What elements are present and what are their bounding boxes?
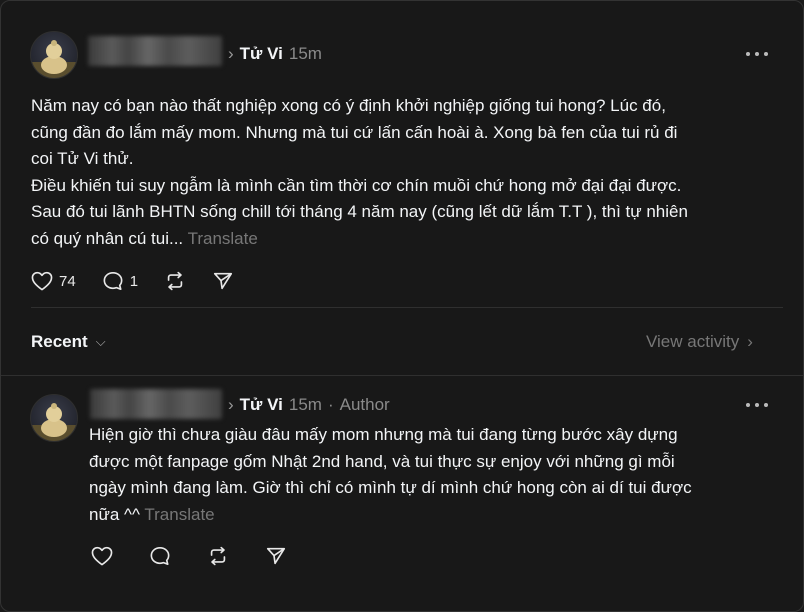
like-count: 74: [59, 272, 76, 290]
reply-breadcrumb: › Tử Vi 15m · Author: [228, 395, 390, 415]
avatar[interactable]: [30, 31, 78, 79]
divider: [1, 375, 803, 376]
heart-icon: [91, 546, 113, 566]
send-icon: [213, 272, 233, 290]
separator-dot: ·: [327, 395, 334, 414]
more-icon[interactable]: [746, 48, 768, 60]
reply-button[interactable]: 1: [102, 271, 138, 291]
comment-icon: [150, 547, 170, 565]
reply-line: được một fanpage gốm Nhật 2nd hand, và t…: [89, 451, 675, 471]
post-breadcrumb: › Tử Vi 15m: [228, 44, 322, 64]
chevron-down-icon: ⌵: [95, 334, 106, 349]
repost-icon: [167, 271, 183, 291]
reply-time: 15m: [288, 395, 322, 414]
avatar-image: [31, 40, 77, 78]
avatar-image: [31, 403, 77, 441]
repost-button[interactable]: [164, 270, 186, 292]
author-badge: Author: [339, 395, 390, 414]
view-activity-label: View activity: [646, 332, 740, 351]
post-line: coi Tử Vi thử.: [31, 149, 134, 168]
post-line: Điều khiến tui suy ngẫm là mình cần tìm …: [31, 175, 682, 195]
repost-button[interactable]: [207, 545, 229, 567]
username-redacted[interactable]: [90, 389, 222, 419]
heart-icon: [31, 271, 53, 291]
post-body: Năm nay có bạn nào thất nghiệp xong có ý…: [31, 93, 688, 252]
reply-count: 1: [129, 272, 139, 290]
post-actions: 74 1: [31, 270, 260, 292]
comment-icon: [103, 272, 123, 290]
more-icon[interactable]: [746, 399, 768, 411]
reply-line: ngày mình đang làm. Giờ thì chỉ có mình …: [89, 478, 692, 497]
reply-line: nữa ^^: [89, 504, 140, 524]
translate-link[interactable]: Translate: [188, 229, 258, 248]
view-activity-link[interactable]: View activity ›: [646, 332, 753, 352]
topic-link[interactable]: Tử Vi: [240, 395, 283, 414]
chevron-right-icon: ›: [228, 44, 234, 63]
chevron-right-icon: ›: [747, 332, 753, 351]
sort-label: Recent: [31, 332, 88, 351]
post-line: có quý nhân cú tui...: [31, 228, 184, 248]
avatar[interactable]: [30, 394, 78, 442]
sort-dropdown[interactable]: Recent ⌵: [31, 332, 106, 352]
username-redacted[interactable]: [88, 36, 222, 66]
chevron-right-icon: ›: [228, 395, 234, 414]
like-button[interactable]: [91, 546, 113, 566]
reply-body: Hiện giờ thì chưa giàu đâu mấy mom nhưng…: [89, 422, 692, 528]
translate-link[interactable]: Translate: [144, 505, 214, 524]
divider: [31, 307, 783, 308]
post-line: cũng đần đo lắm mấy mom. Nhưng mà tui cứ…: [31, 122, 678, 142]
reply-line: Hiện giờ thì chưa giàu đâu mấy mom nhưng…: [89, 425, 678, 444]
post-time: 15m: [288, 44, 322, 63]
reply-button[interactable]: [149, 546, 171, 566]
reply-actions: [91, 545, 313, 567]
post-line: Sau đó tui lãnh BHTN sống chill tới thán…: [31, 202, 688, 221]
share-button[interactable]: [212, 270, 234, 292]
repost-icon: [210, 546, 226, 566]
topic-link[interactable]: Tử Vi: [240, 44, 283, 63]
like-button[interactable]: 74: [31, 271, 76, 291]
share-button[interactable]: [265, 545, 287, 567]
send-icon: [266, 547, 286, 565]
post-line: Năm nay có bạn nào thất nghiệp xong có ý…: [31, 96, 666, 115]
